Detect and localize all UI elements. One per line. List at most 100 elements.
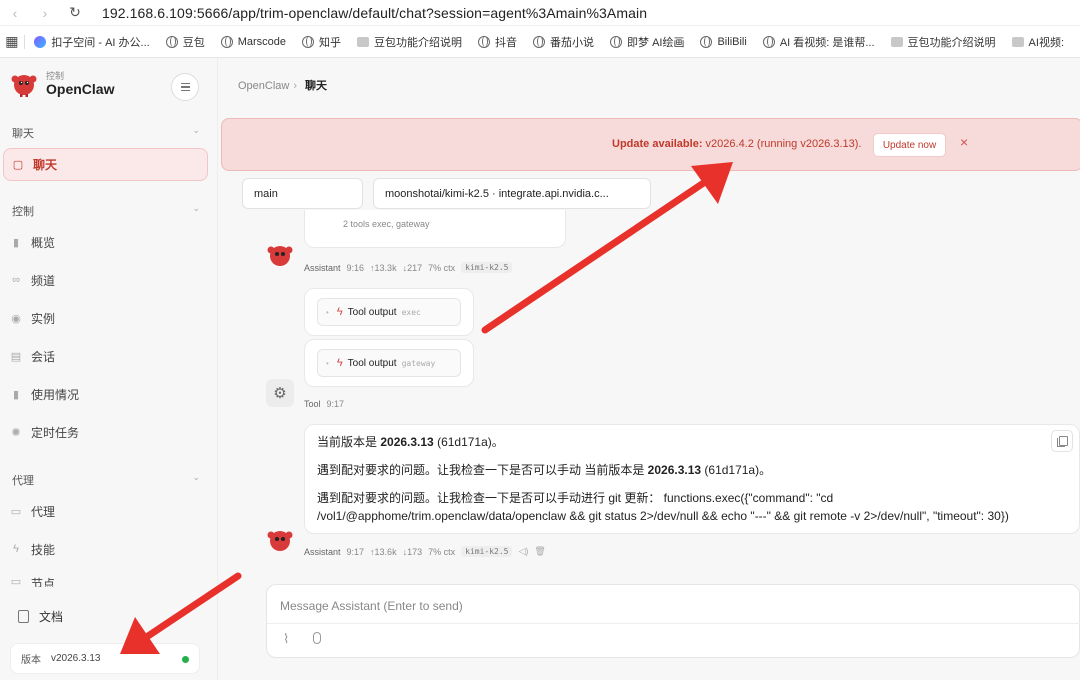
sidebar-item-channels[interactable]: ∞ 频道	[10, 268, 200, 292]
paperclip-icon[interactable]: ⌇	[283, 631, 289, 647]
sidebar-item-skills[interactable]: ϟ 技能	[10, 537, 200, 561]
bookmark[interactable]: AI视频:	[1011, 34, 1064, 50]
zap-icon: ϟ	[336, 357, 343, 369]
apps-grid-icon[interactable]: ▦	[0, 33, 24, 50]
back-icon[interactable]: ‹	[0, 5, 30, 21]
bookmark-favicon-icon	[890, 36, 903, 47]
bullet-icon: •	[326, 307, 329, 317]
bookmark[interactable]: 豆包	[165, 34, 205, 50]
globe-icon	[610, 35, 623, 48]
reload-icon[interactable]: ↻	[60, 4, 90, 21]
microphone-icon[interactable]	[313, 632, 321, 644]
bookmark[interactable]: AI 看视频: 是谁帮...	[762, 34, 875, 50]
reply-line: /vol1/@apphome/trim.openclaw/data/opencl…	[317, 509, 1009, 523]
message-input[interactable]: Message Assistant (Enter to send)	[280, 599, 463, 613]
breadcrumb-root[interactable]: OpenClaw	[238, 80, 289, 92]
bullet-icon: •	[326, 358, 329, 368]
reply-line: 当前版本是 2026.3.13 (61d171a)。	[317, 435, 504, 449]
url-field[interactable]: 192.168.6.109:5666/app/trim-openclaw/def…	[102, 5, 647, 21]
link-icon: ∞	[12, 274, 20, 286]
speaker-icon[interactable]: ◁)	[518, 546, 528, 557]
update-now-button[interactable]: Update now	[873, 133, 946, 157]
trash-icon[interactable]: 🗑	[534, 546, 545, 557]
bookmark[interactable]: 知乎	[302, 34, 341, 50]
bookmark[interactable]: 豆包功能介绍说明	[357, 34, 462, 50]
radio-icon: ◉	[11, 312, 21, 325]
loader-icon: ✺	[11, 426, 21, 439]
reply-line: 遇到配对要求的问题。让我检查一下是否可以手动 当前版本是 2026.3.13 (…	[317, 463, 772, 477]
tools-summary[interactable]: 2 tools exec, gateway	[343, 219, 430, 229]
globe-icon	[165, 35, 178, 48]
globe-icon	[220, 35, 233, 48]
bookmark[interactable]: 即梦 AI绘画	[610, 34, 684, 50]
bookmark-favicon-icon	[34, 35, 47, 48]
sidebar: 控制 OpenClaw 聊天 ⌄ ▢ 聊天 控制 ⌄ ▮ 概览 ∞ 频道 ◉ 实例 ▤ 会话 …	[0, 58, 218, 680]
breadcrumb-current: 聊天	[305, 80, 328, 92]
bookmark[interactable]: 抖音	[478, 34, 517, 50]
globe-icon	[478, 35, 491, 48]
model-select[interactable]: moonshotai/kimi-k2.5 · integrate.api.nvi…	[373, 178, 651, 209]
globe-icon	[533, 35, 546, 48]
composer-divider	[267, 623, 1080, 624]
sidebar-item-chat[interactable]: ▢ 聊天	[3, 148, 208, 181]
breadcrumb: OpenClaw › 聊天	[238, 77, 327, 93]
sidebar-item-cron[interactable]: ✺ 定时任务	[10, 420, 200, 444]
zap-icon: ϟ	[336, 306, 343, 318]
message-composer[interactable]: Message Assistant (Enter to send) ⌇	[266, 584, 1080, 658]
sidebar-item-agents[interactable]: ▭ 代理	[10, 499, 200, 523]
tools-summary-bubble: 2 tools exec, gateway	[304, 210, 566, 248]
bookmark[interactable]: 豆包功能介绍说明	[890, 34, 996, 50]
main-panel: OpenClaw › 聊天 Update available: v2026.4.2 …	[218, 58, 1080, 680]
sidebar-item-usage[interactable]: ▮ 使用情况	[10, 382, 200, 406]
bookmark[interactable]: Marscode	[220, 35, 286, 48]
monitor-icon: ▭	[10, 575, 22, 588]
bookmark-favicon-icon	[1011, 36, 1024, 47]
assistant-avatar	[267, 531, 293, 551]
zap-icon: ϟ	[13, 543, 19, 555]
sidebar-item-nodes[interactable]: ▭ 节点	[10, 575, 200, 588]
menu-toggle-button[interactable]	[171, 73, 199, 101]
breadcrumb-separator: ›	[293, 80, 298, 92]
group-control[interactable]: 控制 ⌄	[12, 203, 200, 219]
session-select[interactable]: main	[242, 178, 363, 209]
openclaw-logo	[11, 75, 37, 97]
bookmark[interactable]: 番茄小说	[533, 34, 594, 50]
reply-line: 遇到配对要求的问题。让我检查一下是否可以手动进行 git 更新： functio…	[317, 491, 834, 505]
message-meta: Tool 9:17	[304, 399, 345, 409]
tool-output-bubble: • ϟ Tool output gateway	[304, 339, 474, 387]
tool-output-card[interactable]: • ϟ Tool output exec	[317, 298, 461, 326]
version-label: 版本	[21, 655, 41, 666]
sidebar-item-sessions[interactable]: ▤ 会话	[10, 344, 200, 368]
version-card: 版本 v2026.3.13	[10, 643, 200, 674]
close-icon[interactable]: ×	[960, 134, 968, 150]
group-chat[interactable]: 聊天 ⌄	[12, 125, 200, 141]
gear-icon: ⚙	[266, 379, 294, 407]
docs-link[interactable]: 文档	[18, 608, 63, 625]
file-icon: ▤	[10, 350, 22, 363]
tool-output-bubble: • ϟ Tool output exec	[304, 288, 474, 336]
bookmark[interactable]: BiliBili	[700, 35, 747, 48]
group-agent[interactable]: 代理 ⌄	[12, 472, 200, 488]
message-meta: Assistant 9:17 ↑13.6k ↓173 7% ctx kimi-k…	[304, 546, 546, 557]
assistant-avatar	[267, 246, 293, 266]
sidebar-item-overview[interactable]: ▮ 概览	[10, 230, 200, 254]
bookmark-favicon-icon	[357, 36, 370, 47]
brand-subtitle: 控制	[46, 71, 65, 81]
copy-icon[interactable]	[1051, 430, 1073, 452]
update-message: Update available: v2026.4.2 (running v20…	[612, 138, 862, 150]
bookmarks-divider	[23, 34, 25, 49]
bookmark[interactable]: 扣子空间 - AI 办公...	[34, 34, 150, 50]
brand-name: OpenClaw	[46, 81, 115, 97]
version-value: v2026.3.13	[51, 653, 101, 664]
chat-bubble-icon: ▢	[12, 159, 24, 171]
status-dot	[182, 656, 189, 663]
globe-icon	[762, 35, 775, 48]
address-bar: ‹ › ↻ 192.168.6.109:5666/app/trim-opencl…	[0, 0, 1080, 26]
folder-icon: ▭	[10, 505, 22, 518]
sidebar-item-instances[interactable]: ◉ 实例	[10, 306, 200, 330]
chevron-down-icon: ⌄	[192, 203, 200, 213]
book-icon	[18, 610, 29, 623]
forward-icon[interactable]: ›	[30, 5, 60, 21]
tool-output-card[interactable]: • ϟ Tool output gateway	[317, 349, 461, 377]
bar-chart-icon: ▮	[12, 388, 20, 401]
